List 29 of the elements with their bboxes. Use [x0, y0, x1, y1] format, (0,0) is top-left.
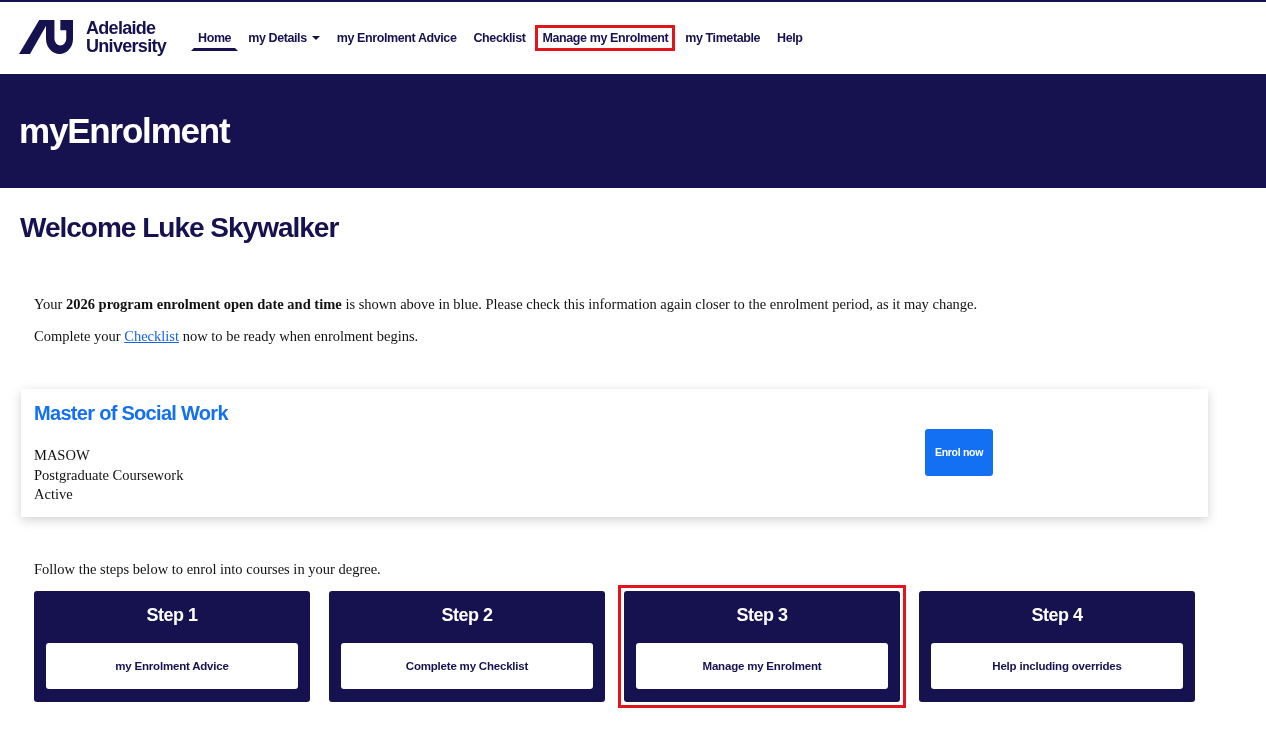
program-detail: Active	[34, 485, 74, 504]
welcome-heading: Welcome Luke Skywalker	[20, 211, 340, 245]
program-detail: MASOW	[34, 446, 91, 465]
checklist-paragraph: Complete your Checklist now to be ready when enrolment begins.	[34, 327, 420, 346]
steps-intro-text: Follow the steps below to enrol into courses in your degree.	[34, 559, 382, 579]
nav-link[interactable]: Help	[770, 24, 810, 51]
step-button[interactable]: my Enrolment Advice	[46, 642, 298, 689]
program-detail: Postgraduate Coursework	[34, 465, 185, 485]
checklist-link[interactable]: Checklist	[124, 328, 179, 344]
caret-icon	[311, 35, 320, 40]
program-title: Master of Social Work	[34, 401, 230, 426]
logo-wordmark: Adelaide University	[86, 18, 167, 55]
step-title: Step 1	[145, 603, 199, 627]
nav-link[interactable]: my Enrolment Advice	[329, 24, 464, 51]
nav-link[interactable]: my Timetable	[678, 24, 768, 51]
nav-link[interactable]: Home	[191, 24, 239, 51]
enrol-now-button[interactable]: Enrol now	[925, 428, 993, 476]
step-title: Step 4	[1030, 603, 1084, 627]
step-button[interactable]: Manage my Enrolment	[636, 642, 888, 689]
step-title: Step 2	[440, 603, 494, 627]
step-button[interactable]: Complete my Checklist	[341, 642, 593, 689]
step-button[interactable]: Help including overrides	[931, 642, 1183, 689]
logo-mark-icon	[19, 19, 73, 54]
page-title: myEnrolment	[19, 111, 230, 151]
step-title: Step 3	[735, 603, 789, 627]
notice-paragraph: Your 2026 program enrolment open date and time is shown above in blue. Please check this information again closer to the enrolment period, as it may change.	[34, 295, 979, 314]
nav-link[interactable]: Checklist	[466, 24, 533, 51]
nav-link[interactable]: Manage my Enrolment	[535, 24, 676, 51]
nav-link[interactable]: my Details	[241, 24, 327, 51]
